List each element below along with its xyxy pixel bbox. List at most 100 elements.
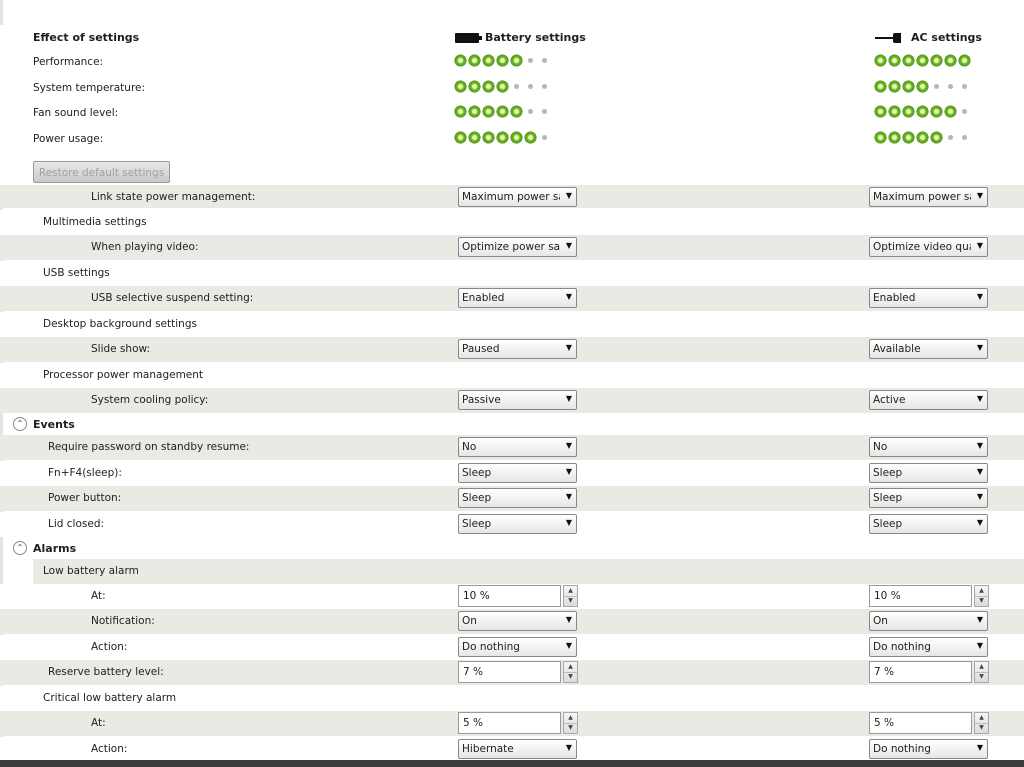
spinner-field[interactable]: 10 % (458, 585, 561, 607)
ac-setting-dropdown[interactable]: Active ▼ (869, 390, 988, 410)
battery-percent-spinner[interactable]: 7 % ▲ ▼ (458, 661, 578, 683)
dropdown-value: Sleep (462, 518, 492, 530)
spin-arrows-icon[interactable]: ▲ ▼ (563, 585, 578, 607)
spin-arrows-icon[interactable]: ▲ ▼ (974, 585, 989, 607)
dropdown-value: Sleep (873, 518, 903, 530)
chevron-up-icon[interactable]: ⌃ (13, 541, 27, 555)
group-label: Low battery alarm (43, 565, 139, 577)
spin-arrows-icon[interactable]: ▲ ▼ (563, 712, 578, 734)
battery-setting-dropdown[interactable]: Sleep ▼ (458, 463, 577, 483)
battery-setting-dropdown[interactable]: Sleep ▼ (458, 488, 577, 508)
chevron-down-icon: ▼ (976, 191, 983, 200)
chevron-down-icon: ▼ (976, 615, 983, 624)
row-shade (33, 559, 1024, 584)
ac-percent-spinner[interactable]: 7 % ▲ ▼ (869, 661, 989, 683)
ac-setting-dropdown[interactable]: Sleep ▼ (869, 514, 988, 534)
battery-setting-dropdown[interactable]: Passive ▼ (458, 390, 577, 410)
spin-down-icon[interactable]: ▼ (564, 596, 577, 606)
level-dot-filled (945, 55, 956, 66)
ac-setting-dropdown[interactable]: Do nothing ▼ (869, 637, 988, 657)
spinner-field[interactable]: 7 % (458, 661, 561, 683)
battery-header-label: Battery settings (485, 31, 586, 44)
dropdown-value: On (873, 615, 888, 627)
spin-down-icon[interactable]: ▼ (975, 723, 988, 733)
setting-label: Require password on standby resume: (48, 441, 250, 453)
level-dot-empty (528, 109, 533, 114)
setting-label: System cooling policy: (91, 394, 209, 406)
dropdown-value: Do nothing (873, 641, 931, 653)
ac-setting-dropdown[interactable]: Do nothing ▼ (869, 739, 988, 759)
level-dot-filled (945, 106, 956, 117)
ac-setting-dropdown[interactable]: No ▼ (869, 437, 988, 457)
level-dot-empty (528, 58, 533, 63)
ac-setting-dropdown[interactable]: On ▼ (869, 611, 988, 631)
level-dot-empty (528, 84, 533, 89)
level-dot-filled (959, 55, 970, 66)
battery-setting-dropdown[interactable]: Hibernate ▼ (458, 739, 577, 759)
spin-down-icon[interactable]: ▼ (564, 723, 577, 733)
battery-setting-dropdown[interactable]: On ▼ (458, 611, 577, 631)
ac-percent-spinner[interactable]: 5 % ▲ ▼ (869, 712, 989, 734)
level-dot-filled (903, 132, 914, 143)
dropdown-value: Sleep (462, 492, 492, 504)
level-dot-filled (525, 132, 536, 143)
spin-arrows-icon[interactable]: ▲ ▼ (974, 712, 989, 734)
setting-label: At: (91, 590, 106, 602)
level-dot-filled (497, 55, 508, 66)
battery-setting-dropdown[interactable]: Maximum power sa ▼ (458, 187, 577, 207)
group-label: Critical low battery alarm (43, 692, 177, 704)
spin-down-icon[interactable]: ▼ (564, 672, 577, 682)
battery-setting-dropdown[interactable]: Paused ▼ (458, 339, 577, 359)
setting-row: Notification: On ▼ On ▼ (0, 609, 1024, 634)
battery-percent-spinner[interactable]: 5 % ▲ ▼ (458, 712, 578, 734)
battery-setting-dropdown[interactable]: Enabled ▼ (458, 288, 577, 308)
dropdown-value: Optimize power sav (462, 241, 560, 253)
ac-setting-dropdown[interactable]: Maximum power sa ▼ (869, 187, 988, 207)
spinner-value: 7 % (874, 666, 894, 678)
level-dot-empty (948, 84, 953, 89)
spinner-field[interactable]: 10 % (869, 585, 972, 607)
spinner-field[interactable]: 7 % (869, 661, 972, 683)
setting-label: Slide show: (91, 343, 151, 355)
chevron-down-icon: ▼ (565, 492, 572, 501)
battery-column-header: Battery settings (455, 31, 586, 44)
level-dot-filled (875, 81, 886, 92)
setting-row: Link state power management: Maximum pow… (0, 185, 1024, 208)
level-dot-filled (483, 106, 494, 117)
battery-setting-dropdown[interactable]: Do nothing ▼ (458, 637, 577, 657)
level-dot-filled (469, 55, 480, 66)
dropdown-value: Sleep (873, 492, 903, 504)
spin-arrows-icon[interactable]: ▲ ▼ (563, 661, 578, 683)
spinner-field[interactable]: 5 % (458, 712, 561, 734)
setting-label: Action: (91, 743, 128, 755)
chevron-down-icon: ▼ (976, 641, 983, 650)
spinner-field[interactable]: 5 % (869, 712, 972, 734)
section-header-events[interactable]: ⌃ Events (0, 413, 1024, 435)
battery-setting-dropdown[interactable]: No ▼ (458, 437, 577, 457)
ac-setting-dropdown[interactable]: Sleep ▼ (869, 463, 988, 483)
battery-setting-dropdown[interactable]: Sleep ▼ (458, 514, 577, 534)
group-row: Low battery alarm (0, 559, 1024, 584)
spin-down-icon[interactable]: ▼ (975, 672, 988, 682)
setting-row: At: 10 % ▲ ▼ 10 % ▲ ▼ (0, 584, 1024, 609)
ac-setting-dropdown[interactable]: Available ▼ (869, 339, 988, 359)
restore-default-settings-button[interactable]: Restore default settings (33, 161, 170, 183)
dropdown-value: Hibernate (462, 743, 514, 755)
ac-percent-spinner[interactable]: 10 % ▲ ▼ (869, 585, 989, 607)
battery-level-meter (455, 132, 550, 143)
ac-setting-dropdown[interactable]: Sleep ▼ (869, 488, 988, 508)
spinner-value: 10 % (874, 590, 901, 602)
effect-label: Fan sound level: (33, 107, 119, 119)
spin-down-icon[interactable]: ▼ (975, 596, 988, 606)
battery-setting-dropdown[interactable]: Optimize power sav ▼ (458, 237, 577, 257)
spin-arrows-icon[interactable]: ▲ ▼ (974, 661, 989, 683)
ac-setting-dropdown[interactable]: Enabled ▼ (869, 288, 988, 308)
level-dot-filled (469, 106, 480, 117)
level-dot-filled (931, 55, 942, 66)
battery-percent-spinner[interactable]: 10 % ▲ ▼ (458, 585, 578, 607)
chevron-down-icon: ▼ (565, 743, 572, 752)
chevron-up-icon[interactable]: ⌃ (13, 417, 27, 431)
ac-setting-dropdown[interactable]: Optimize video qual ▼ (869, 237, 988, 257)
group-label: USB settings (43, 267, 110, 279)
section-header-alarms[interactable]: ⌃ Alarms (0, 537, 1024, 559)
